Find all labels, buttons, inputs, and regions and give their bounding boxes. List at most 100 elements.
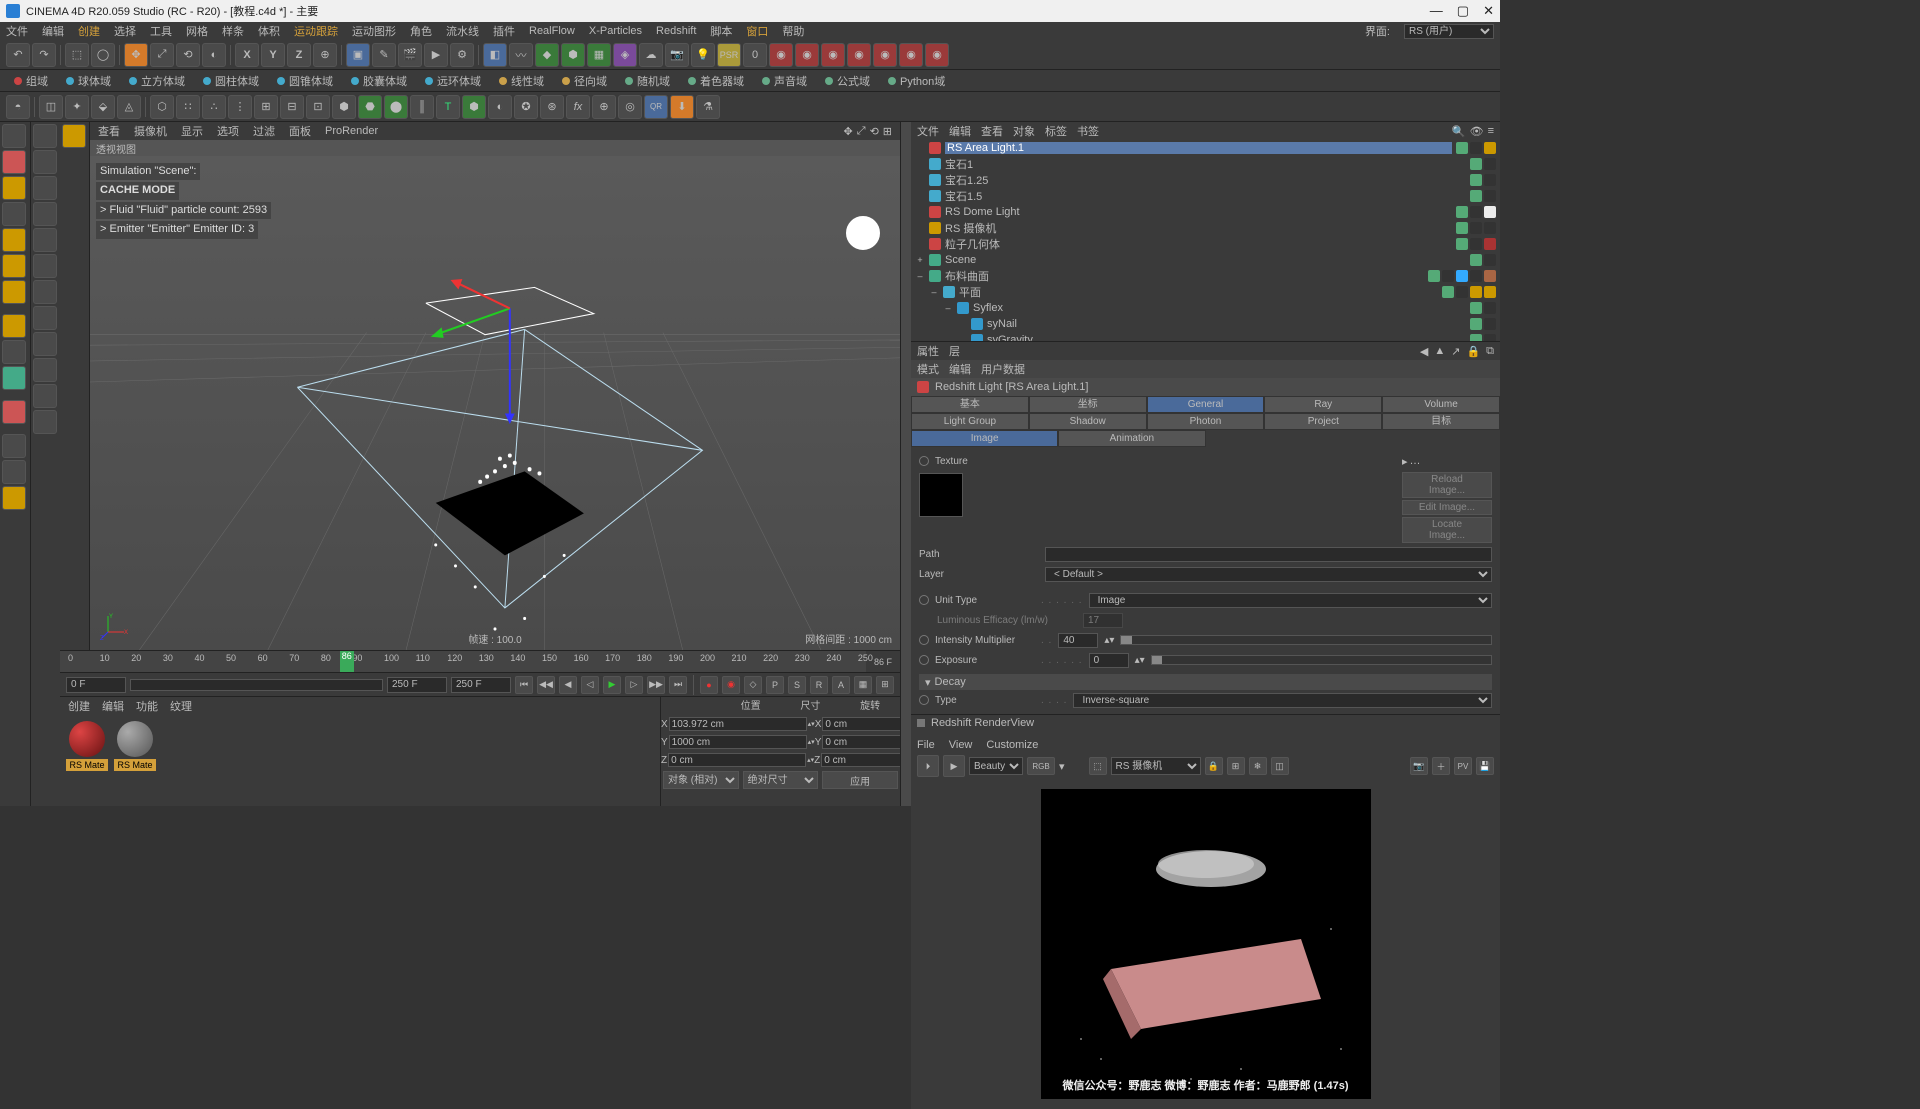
p2-11[interactable] [33, 384, 57, 408]
coord-system[interactable]: ⊕ [313, 43, 337, 67]
play-button[interactable]: ▶ [603, 676, 621, 694]
rv-region-button[interactable]: ⬚ [1089, 757, 1107, 775]
magnet-icon[interactable] [2, 400, 26, 424]
rv-add-button[interactable]: ＋ [1432, 757, 1450, 775]
object-RS Area Light.1[interactable]: RS Area Light.1 [911, 140, 1500, 156]
rs-btn2[interactable]: ◉ [795, 43, 819, 67]
mg-23[interactable]: ⚗ [696, 95, 720, 119]
mg-20[interactable]: ⊕ [592, 95, 616, 119]
key-param-button[interactable]: A [832, 676, 850, 694]
mg-fx[interactable]: fx [566, 95, 590, 119]
decay-type-select[interactable]: Inverse-square [1073, 693, 1492, 708]
om-search-icon[interactable]: 🔍 [1452, 125, 1466, 138]
rv-view[interactable]: View [949, 739, 973, 751]
tag-icon[interactable] [1484, 302, 1496, 314]
mg-qr[interactable]: QR [644, 95, 668, 119]
menu-file[interactable]: 文件 [6, 23, 28, 39]
mg-10[interactable]: ⊟ [280, 95, 304, 119]
scale-tool[interactable]: ⤢ [150, 43, 174, 67]
field-7[interactable]: 线性域 [491, 73, 552, 89]
rv-pv-button[interactable]: PV [1454, 757, 1472, 775]
model-mode[interactable] [2, 150, 26, 174]
path-input[interactable] [1045, 547, 1492, 562]
step-fwd-button[interactable]: ▶▶ [647, 676, 665, 694]
vs-move-icon[interactable] [62, 124, 86, 148]
vm-panel[interactable]: 面板 [289, 123, 311, 139]
tab-Volume[interactable]: Volume [1382, 396, 1500, 413]
edit-image-button[interactable]: Edit Image... [1402, 500, 1492, 515]
field-12[interactable]: 公式域 [817, 73, 878, 89]
rv-image[interactable]: 微信公众号：野鹿志 微博：野鹿志 作者：马鹿野郎 (1.47s) [1041, 789, 1371, 1099]
prev-frame-button[interactable]: ◀ [559, 676, 577, 694]
rv-aov-select[interactable]: Beauty [969, 757, 1023, 775]
mg-12[interactable]: ⬢ [332, 95, 356, 119]
attr-fwd-icon[interactable]: ↗ [1451, 345, 1460, 358]
rs-btn1[interactable]: ◉ [769, 43, 793, 67]
edge-mode[interactable] [2, 254, 26, 278]
attr-back-icon[interactable]: ◀ [1420, 345, 1428, 358]
tag-icon[interactable] [1456, 270, 1468, 282]
tex-arrow-icon[interactable]: ▸ [1402, 455, 1408, 468]
tag-icon[interactable] [1484, 238, 1496, 250]
decay-section[interactable]: ▾Decay [919, 674, 1492, 690]
select-tool[interactable]: ⬚ [65, 43, 89, 67]
coord-mode2[interactable]: 绝对尺寸 [743, 771, 819, 789]
menu-spline[interactable]: 样条 [222, 23, 244, 39]
tag-icon[interactable] [1484, 142, 1496, 154]
menu-mograph[interactable]: 运动图形 [352, 23, 396, 39]
p2-2[interactable] [33, 150, 57, 174]
tag-icon[interactable] [1470, 206, 1482, 218]
field-0[interactable]: 组域 [6, 73, 56, 89]
record-button[interactable]: ● [700, 676, 718, 694]
last-tool[interactable]: ◐ [202, 43, 226, 67]
add-generator[interactable]: ◆ [535, 43, 559, 67]
attr-mode[interactable]: 模式 [917, 361, 939, 377]
vm-filter[interactable]: 过滤 [253, 123, 275, 139]
tag-icon[interactable] [1470, 334, 1482, 341]
mg-5[interactable]: ⬡ [150, 95, 174, 119]
field-4[interactable]: 圆锥体域 [269, 73, 341, 89]
tag-icon[interactable] [1456, 286, 1468, 298]
mg-14[interactable]: ⬤ [384, 95, 408, 119]
add-cube[interactable]: ◧ [483, 43, 507, 67]
polygon-mode[interactable] [2, 280, 26, 304]
expand-icon[interactable]: – [943, 303, 953, 313]
point-mode[interactable] [2, 228, 26, 252]
rv-ipr-button[interactable]: ⏵ [917, 755, 939, 777]
range-end2-input[interactable] [451, 677, 511, 693]
rv-render-button[interactable]: ▶ [943, 755, 965, 777]
render-pv[interactable]: ▶ [424, 43, 448, 67]
mat-tab-tex[interactable]: 纹理 [170, 698, 192, 714]
tag-icon[interactable] [1484, 334, 1496, 341]
cube-primitive[interactable]: ▣ [346, 43, 370, 67]
attr-tab-layer[interactable]: 层 [949, 343, 960, 359]
render-view[interactable]: 🎬 [398, 43, 422, 67]
rv-rgb-button[interactable]: RGB [1027, 757, 1055, 775]
tag-icon[interactable] [1456, 238, 1468, 250]
rv-snow-button[interactable]: ❄ [1249, 757, 1267, 775]
layer-icon[interactable] [2, 486, 26, 510]
key-scale-button[interactable]: S [788, 676, 806, 694]
close-button[interactable]: ✕ [1483, 3, 1494, 19]
keyframe-sel-button[interactable]: ◇ [744, 676, 762, 694]
next-frame-button[interactable]: ▷ [625, 676, 643, 694]
workplane-mode[interactable] [2, 202, 26, 226]
unit-select[interactable]: Image [1089, 593, 1492, 608]
material-1[interactable]: RS Mate [114, 721, 156, 771]
mg-7[interactable]: ∴ [202, 95, 226, 119]
texture-preview[interactable] [919, 473, 963, 517]
rv-bucket-button[interactable]: ◫ [1271, 757, 1289, 775]
field-9[interactable]: 随机域 [617, 73, 678, 89]
p2-9[interactable] [33, 332, 57, 356]
tag-icon[interactable] [1484, 254, 1496, 266]
menu-create[interactable]: 创建 [78, 23, 100, 39]
tag-icon[interactable] [1470, 254, 1482, 266]
mg-9[interactable]: ⊞ [254, 95, 278, 119]
add-light[interactable]: 💡 [691, 43, 715, 67]
tab-基本[interactable]: 基本 [911, 396, 1029, 413]
psr-icon[interactable]: 0 [743, 43, 767, 67]
mat-tab-func[interactable]: 功能 [136, 698, 158, 714]
tab-坐标[interactable]: 坐标 [1029, 396, 1147, 413]
tag-icon[interactable] [1484, 318, 1496, 330]
material-0[interactable]: RS Mate [66, 721, 108, 771]
